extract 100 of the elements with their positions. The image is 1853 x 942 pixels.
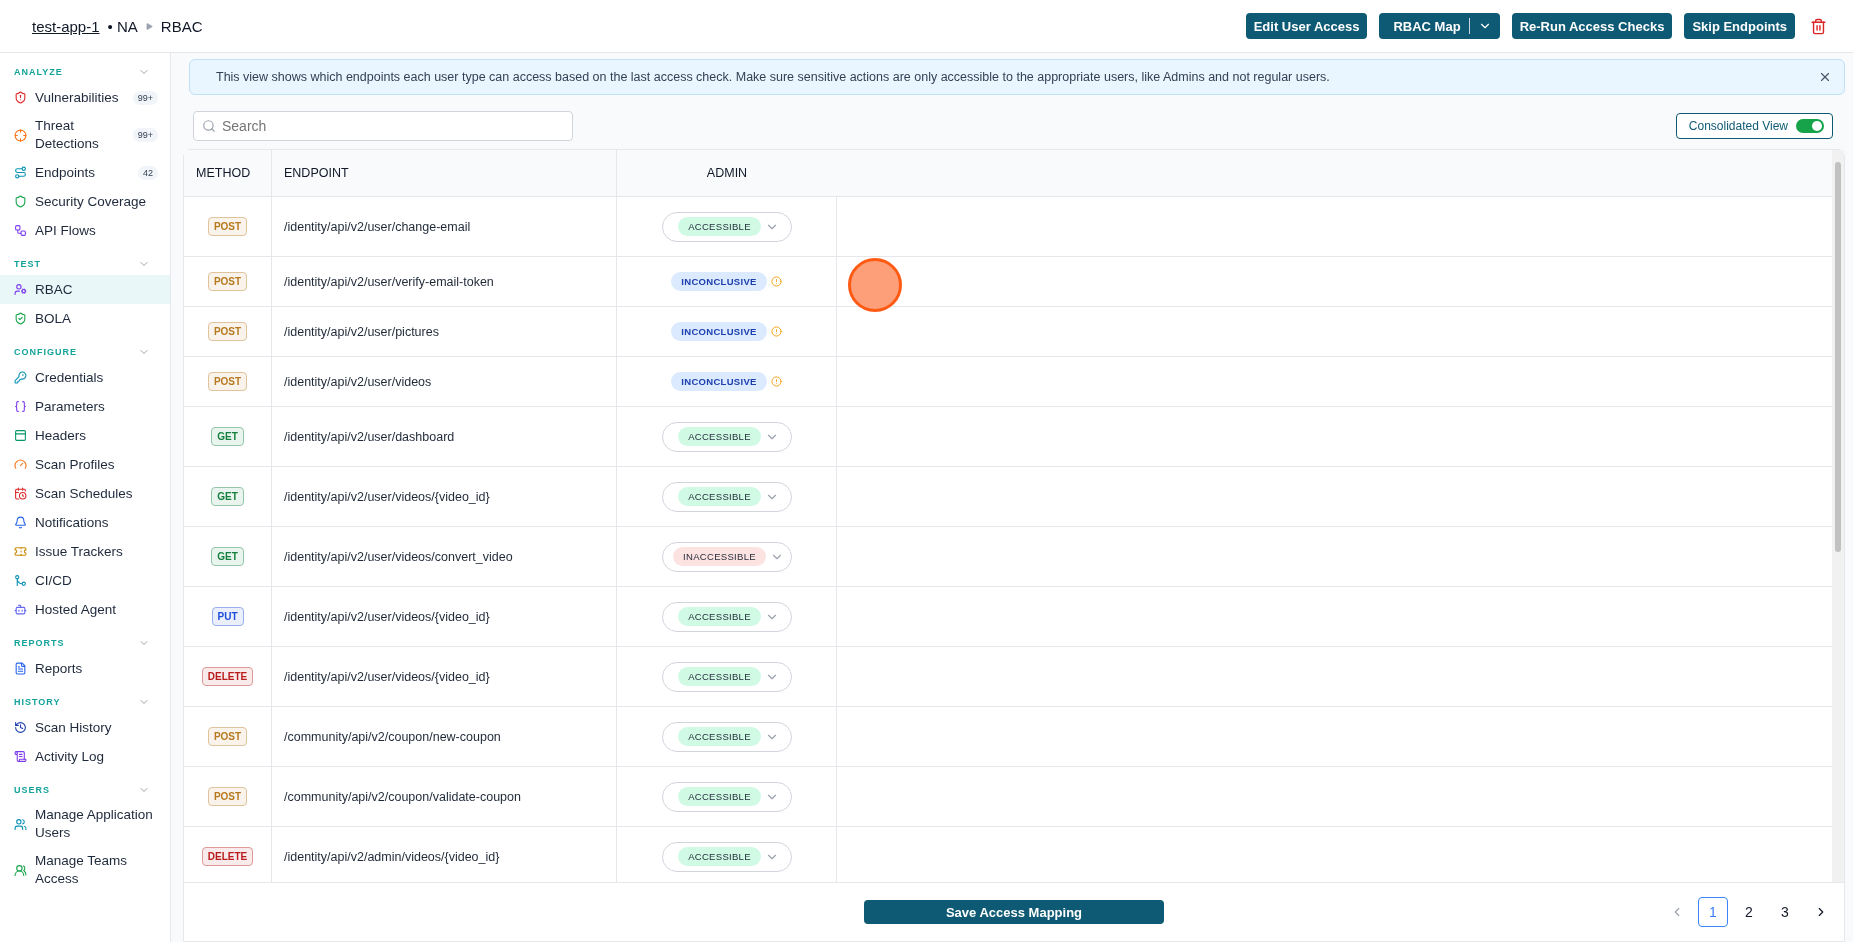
rbac-map-button[interactable]: RBAC Map (1379, 13, 1500, 39)
warning-icon (770, 326, 782, 337)
method-tag: POST (207, 787, 248, 806)
flow-icon (14, 224, 27, 237)
access-select[interactable]: ACCESSIBLE (661, 721, 792, 752)
sidebar-item[interactable]: Parameters (0, 392, 170, 421)
braces-icon (14, 400, 27, 413)
action-button[interactable]: Re-Run Access Checks (1511, 13, 1673, 39)
history-icon (14, 721, 27, 734)
endpoint-cell: /identity/api/v2/user/videos/{video_id} (272, 587, 617, 647)
ticket-icon (14, 545, 27, 558)
sidebar-item[interactable]: BOLA (0, 304, 170, 333)
sidebar-item[interactable]: Scan History (0, 713, 170, 742)
scroll-icon (14, 750, 27, 763)
sidebar-item[interactable]: Notifications (0, 508, 170, 537)
sidebar-item[interactable]: Security Coverage (0, 187, 170, 216)
section-title: USERS (14, 785, 50, 795)
sidebar-item[interactable]: Manage Teams Access (0, 847, 170, 893)
section-title: CONFIGURE (14, 347, 77, 357)
users-icon (14, 863, 27, 877)
method-tag: DELETE (201, 847, 254, 866)
sidebar-item[interactable]: Endpoints 42 (0, 158, 170, 187)
method-tag: GET (211, 487, 244, 506)
sidebar-item[interactable]: Manage Application Users (0, 801, 170, 847)
sidebar-item[interactable]: Issue Trackers (0, 537, 170, 566)
count-badge: 99+ (132, 128, 158, 142)
trash-icon (1809, 17, 1827, 35)
sidebar-item[interactable]: RBAC (0, 275, 170, 304)
sidebar-item[interactable]: Reports (0, 654, 170, 683)
endpoint-cell: /identity/api/v2/admin/videos/{video_id} (272, 827, 617, 882)
page-title: RBAC (160, 17, 203, 35)
panel-icon (14, 429, 27, 442)
column-header: ADMIN (617, 150, 837, 197)
breadcrumb-separator-icon (145, 22, 153, 30)
endpoint-cell: /identity/api/v2/user/pictures (272, 307, 617, 357)
endpoint-cell: /community/api/v2/coupon/new-coupon (272, 707, 617, 767)
endpoint-cell: /identity/api/v2/user/verify-email-token (272, 257, 617, 307)
crosshair-icon (14, 128, 27, 142)
consolidated-view-toggle[interactable]: Consolidated View (1675, 113, 1833, 139)
search-field[interactable]: Search (193, 111, 573, 141)
method-tag: POST (207, 372, 248, 391)
calendar-icon (14, 487, 27, 500)
document-icon (14, 662, 27, 675)
warning-icon (770, 376, 782, 387)
sidebar-item[interactable]: Threat Detections 99+ (0, 112, 170, 158)
warning-icon (770, 276, 782, 287)
count-badge: 42 (138, 165, 158, 180)
access-select[interactable]: ACCESSIBLE (661, 211, 792, 242)
section-title: TEST (14, 259, 41, 269)
page-button[interactable]: 1 (1698, 897, 1728, 927)
access-select[interactable]: ACCESSIBLE (661, 781, 792, 812)
scrollbar[interactable] (1832, 150, 1844, 882)
access-select[interactable]: ACCESSIBLE (661, 481, 792, 512)
endpoint-cell: /identity/api/v2/user/videos/{video_id} (272, 467, 617, 527)
access-select[interactable]: ACCESSIBLE (661, 661, 792, 692)
endpoint-cell: /identity/api/v2/user/change-email (272, 197, 617, 257)
sidebar-item[interactable]: Scan Profiles (0, 450, 170, 479)
access-select[interactable]: ACCESSIBLE (661, 841, 792, 872)
endpoint-cell: /community/api/v2/coupon/validate-coupon (272, 767, 617, 827)
method-tag: POST (207, 322, 248, 341)
route-icon (14, 166, 27, 179)
shield-icon (14, 91, 27, 104)
access-select[interactable]: INACCESSIBLE (661, 541, 792, 572)
sidebar-item[interactable]: Activity Log (0, 742, 170, 771)
sidebar-item[interactable]: Scan Schedules (0, 479, 170, 508)
section-title: REPORTS (14, 638, 65, 648)
status-tag: INCONCLUSIVE (671, 322, 767, 341)
app-link[interactable]: test-app-1 (32, 17, 100, 35)
method-tag: GET (211, 427, 244, 446)
banner-text: This view shows which endpoints each user type can access based on the last access check. Make sure sensitive actions are only accessible to the appropriate users, like Admins and not regular users. (216, 70, 1331, 84)
sidebar-item[interactable]: Headers (0, 421, 170, 450)
method-tag: GET (211, 547, 244, 566)
sidebar-item[interactable]: CI/CD (0, 566, 170, 595)
sidebar-item[interactable]: Credentials (0, 363, 170, 392)
close-icon[interactable] (1818, 70, 1832, 84)
save-button[interactable]: Save Access Mapping (864, 900, 1164, 924)
sidebar-item[interactable]: API Flows (0, 216, 170, 245)
search-icon (202, 119, 216, 133)
status-tag: INCONCLUSIVE (671, 272, 767, 291)
method-tag: POST (207, 727, 248, 746)
action-button[interactable]: Skip Endpoints (1684, 13, 1795, 39)
users-icon (14, 817, 27, 831)
count-badge: 99+ (132, 90, 158, 105)
environment-label: • NA (107, 17, 138, 35)
section-title: ANALYZE (14, 67, 63, 77)
endpoint-cell: /identity/api/v2/user/videos/{video_id} (272, 647, 617, 707)
method-tag: POST (207, 217, 248, 236)
action-button[interactable]: Edit User Access (1245, 13, 1368, 39)
access-select[interactable]: ACCESSIBLE (661, 601, 792, 632)
access-select[interactable]: ACCESSIBLE (661, 421, 792, 452)
sidebar-item[interactable]: Vulnerabilities 99+ (0, 83, 170, 112)
bell-icon (14, 516, 27, 529)
endpoint-cell: /identity/api/v2/user/dashboard (272, 407, 617, 467)
shield-check-icon (14, 312, 27, 325)
section-title: HISTORY (14, 697, 61, 707)
column-header: ENDPOINT (272, 150, 617, 197)
endpoint-cell: /identity/api/v2/user/videos/convert_video (272, 527, 617, 587)
sidebar-item[interactable]: Hosted Agent (0, 595, 170, 624)
bot-icon (14, 603, 27, 616)
endpoint-cell: /identity/api/v2/user/videos (272, 357, 617, 407)
